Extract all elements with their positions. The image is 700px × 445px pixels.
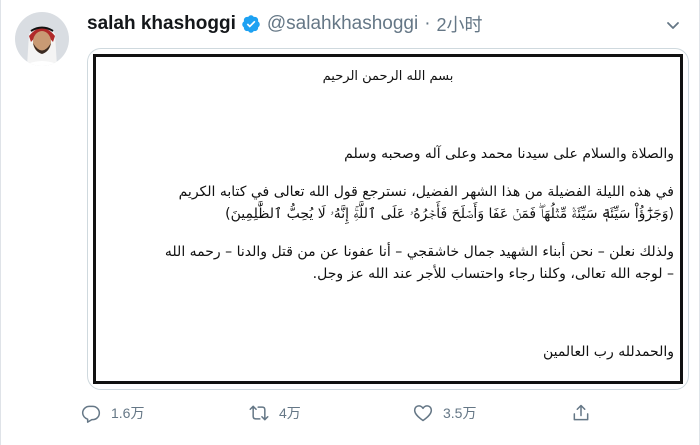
letter-paragraph-2-line-2: (وَجَزَٰٓؤُاْ سَيِّئَةٖ سَيِّئَةٞ مِّثۡل… bbox=[225, 206, 674, 222]
retweet-icon bbox=[249, 405, 269, 421]
chevron-down-icon[interactable] bbox=[665, 17, 681, 33]
separator-dot: · bbox=[424, 13, 431, 34]
tweet-action-bar: 1.6万 4万 3.5万 bbox=[81, 398, 601, 428]
tweet-card: salah khashoggi @salahkhashoggi · 2小时 بس… bbox=[0, 0, 700, 445]
share-button[interactable] bbox=[571, 398, 591, 428]
retweet-button[interactable]: 4万 bbox=[249, 398, 301, 428]
letter-paragraph-3: ولذلك نعلن – نحن أبناء الشهيد جمال خاشقج… bbox=[165, 241, 674, 285]
avatar-image bbox=[15, 12, 69, 66]
letter-greeting: والصلاة والسلام على سيدنا محمد وعلى آله … bbox=[344, 146, 674, 162]
letter-paragraph-3-line-1: ولذلك نعلن – نحن أبناء الشهيد جمال خاشقج… bbox=[164, 244, 674, 260]
like-icon bbox=[413, 405, 433, 422]
tweet-media-image[interactable]: بسم الله الرحمن الرحيم والصلاة والسلام ع… bbox=[87, 48, 689, 390]
letter-closing: والحمدلله رب العالمين bbox=[542, 344, 674, 360]
user-handle[interactable]: @salahkhashoggi bbox=[267, 13, 418, 35]
letter-paragraph-2-line-1: في هذه الليلة الفضيلة من هذا الشهر الفضي… bbox=[178, 184, 674, 200]
letter-basmala: بسم الله الرحمن الرحيم bbox=[322, 69, 454, 84]
like-button[interactable]: 3.5万 bbox=[413, 398, 476, 428]
tweet-header: salah khashoggi @salahkhashoggi · 2小时 bbox=[87, 12, 483, 36]
display-name[interactable]: salah khashoggi bbox=[87, 13, 236, 35]
reply-count: 1.6万 bbox=[111, 405, 145, 421]
retweet-count: 4万 bbox=[279, 405, 301, 421]
letter-paragraph-2: في هذه الليلة الفضيلة من هذا الشهر الفضي… bbox=[179, 181, 674, 225]
letter-paragraph-3-line-2: – لوجه الله تعالى، وكلنا رجاء واحتساب لل… bbox=[312, 266, 674, 282]
share-icon bbox=[573, 404, 589, 421]
statement-letter: بسم الله الرحمن الرحيم والصلاة والسلام ع… bbox=[93, 54, 683, 384]
reply-icon bbox=[81, 405, 101, 423]
reply-button[interactable]: 1.6万 bbox=[81, 398, 144, 428]
verified-badge-icon bbox=[241, 14, 261, 34]
tweet-timestamp[interactable]: 2小时 bbox=[437, 11, 483, 37]
like-count: 3.5万 bbox=[443, 405, 477, 421]
avatar[interactable] bbox=[15, 12, 69, 66]
